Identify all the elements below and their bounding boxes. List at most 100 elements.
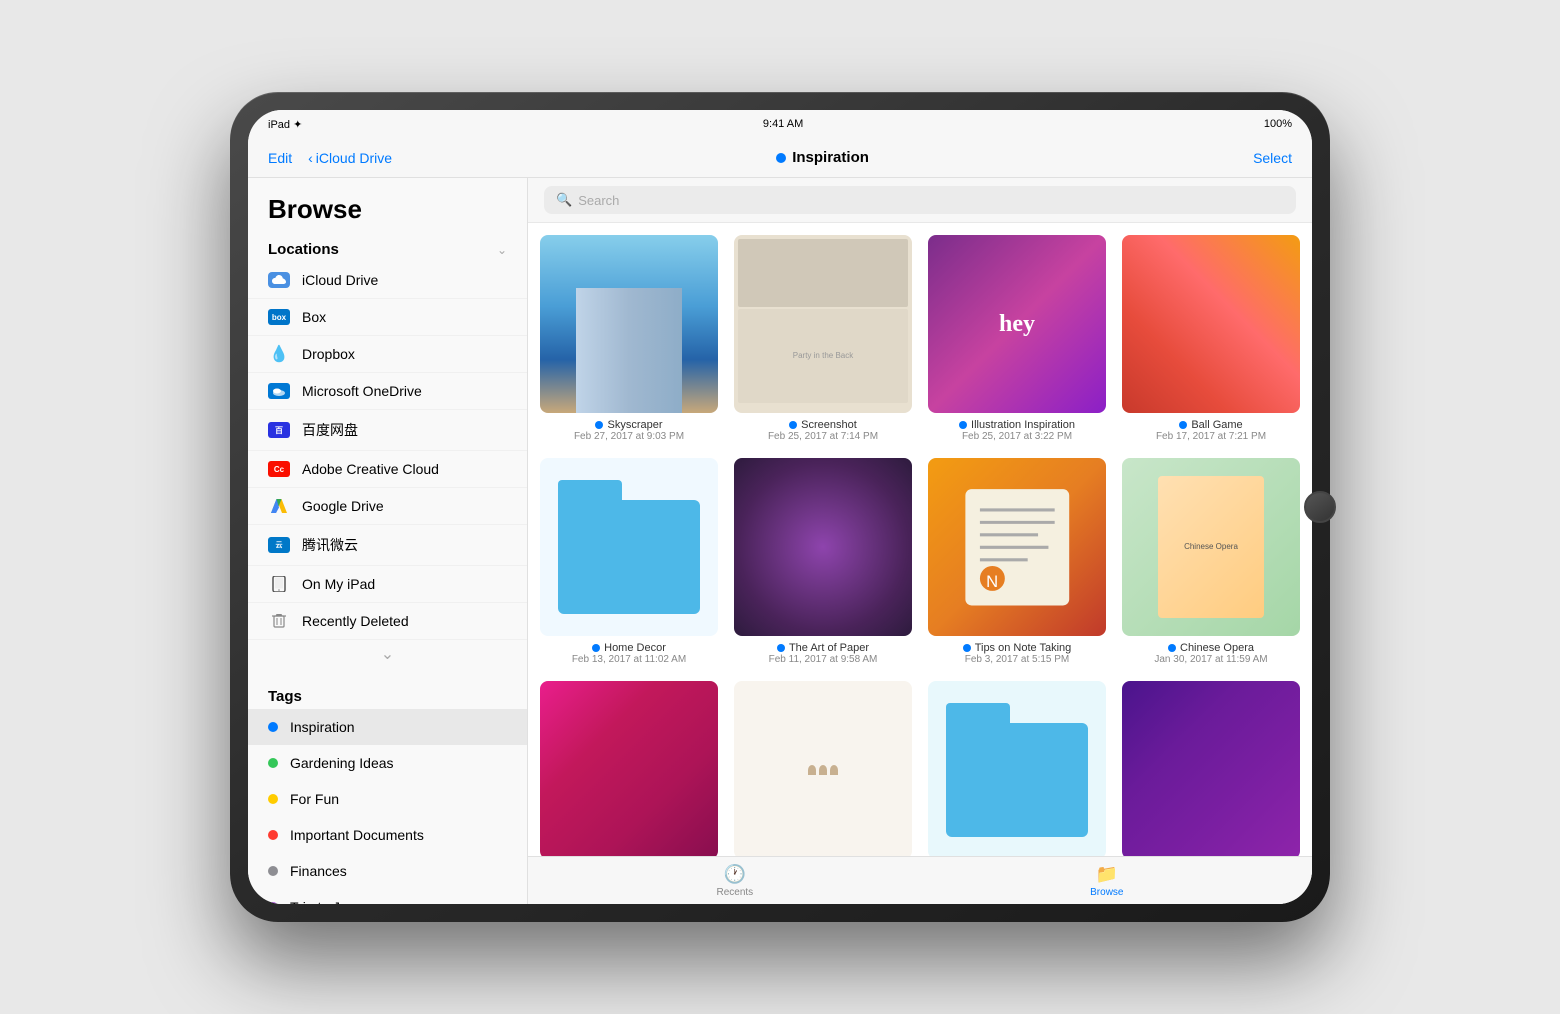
locations-title: Locations (268, 241, 339, 258)
sidebar-item-onedrive[interactable]: Microsoft OneDrive (248, 373, 527, 410)
chinese-opera-dot (1168, 644, 1176, 652)
ballgame-dot (1179, 421, 1187, 429)
tablet-screen: iPad ✦ 9:41 AM 100% Edit ‹ iCloud Drive … (248, 110, 1312, 904)
illustration-name: Illustration Inspiration (959, 419, 1075, 431)
modern-jewelry-thumb (1122, 681, 1300, 856)
sidebar-item-box[interactable]: box Box (248, 299, 527, 336)
sidebar-dropbox-label: Dropbox (302, 346, 355, 362)
file-grid: Skyscraper Feb 27, 2017 at 9:03 PM Party… (528, 223, 1312, 856)
screenshot-thumb: Party in the Back (734, 235, 912, 413)
home-decor-dot (592, 644, 600, 652)
illustration-date: Feb 25, 2017 at 3:22 PM (962, 431, 1072, 442)
sidebar-item-deleted[interactable]: Recently Deleted (248, 603, 527, 640)
tab-recents[interactable]: 🕐 Recents (716, 864, 753, 898)
tab-browse[interactable]: 📁 Browse (1090, 864, 1123, 898)
select-button[interactable]: Select (1253, 150, 1292, 166)
tag-item-fun[interactable]: For Fun (248, 781, 527, 817)
sidebar-icloud-label: iCloud Drive (302, 272, 378, 288)
important-dot-icon (268, 830, 278, 840)
fun-dot-icon (268, 794, 278, 804)
recents-label: Recents (716, 887, 753, 898)
file-item-chinese-opera[interactable]: Chinese Opera Chinese Opera Jan 30, 2017… (1122, 458, 1300, 665)
file-item-illustrations[interactable]: Illustrations Jan 17, 2017 at 1:35 PM (928, 681, 1106, 856)
home-decor-thumb (540, 458, 718, 636)
adobe-icon: Cc (268, 461, 290, 477)
art-paper-dot (777, 644, 785, 652)
ipad-device-icon (268, 576, 290, 592)
art-paper-thumb (734, 458, 912, 636)
baidu-icon: 百 (268, 422, 290, 438)
status-battery: 100% (1264, 118, 1292, 130)
sidebar-item-baidu[interactable]: 百 百度网盘 (248, 410, 527, 451)
sidebar-deleted-label: Recently Deleted (302, 613, 409, 629)
sidebar-item-ipad[interactable]: On My iPad (248, 566, 527, 603)
file-item-park-sketch[interactable]: Park Sketch Jan 21, 2017 at 5:35 PM (734, 681, 912, 856)
tag-item-important[interactable]: Important Documents (248, 817, 527, 853)
locations-header: Locations ⌄ (248, 233, 527, 262)
search-input-container[interactable]: 🔍 Search (544, 186, 1296, 214)
file-item-home-decor[interactable]: Home Decor Feb 13, 2017 at 11:02 AM (540, 458, 718, 665)
art-paper-date: Feb 11, 2017 at 9:58 AM (769, 654, 878, 665)
nav-left-group: Edit ‹ iCloud Drive (268, 150, 392, 166)
sidebar-item-dropbox[interactable]: 💧 Dropbox (248, 336, 527, 373)
nav-bar: Edit ‹ iCloud Drive Inspiration Select (248, 138, 1312, 178)
sidebar: Browse Locations ⌄ iCloud Drive box Box (248, 178, 528, 904)
file-item-screenshot[interactable]: Party in the Back Screenshot Feb 25, 201… (734, 235, 912, 442)
locations-expand-chevron[interactable]: ⌄ (248, 640, 527, 668)
file-item-art-paper[interactable]: The Art of Paper Feb 11, 2017 at 9:58 AM (734, 458, 912, 665)
locations-list: iCloud Drive box Box 💧 Dropbox M (248, 262, 527, 640)
tips-notes-thumb: N (928, 458, 1106, 636)
sidebar-item-adobe[interactable]: Cc Adobe Creative Cloud (248, 451, 527, 488)
chevron-left-icon: ‹ (308, 150, 313, 166)
edit-button[interactable]: Edit (268, 150, 292, 166)
status-bar: iPad ✦ 9:41 AM 100% (248, 110, 1312, 138)
tag-item-gardening[interactable]: Gardening Ideas (248, 745, 527, 781)
browse-title: Browse (248, 178, 527, 233)
sidebar-adobe-label: Adobe Creative Cloud (302, 461, 439, 477)
illustrations-thumb (928, 681, 1106, 856)
tag-item-finances[interactable]: Finances (248, 853, 527, 889)
file-item-pink-leaf[interactable]: Pink Leaf Jan 28, 2017 at 3:09 PM (540, 681, 718, 856)
tag-japan-label: Trip to Japan (290, 899, 371, 904)
skyscraper-thumb (540, 235, 718, 413)
onedrive-icon (268, 383, 290, 399)
back-label: iCloud Drive (316, 150, 392, 166)
tips-notes-name: Tips on Note Taking (963, 642, 1072, 654)
skyscraper-dot (595, 421, 603, 429)
sidebar-box-label: Box (302, 309, 326, 325)
browse-icon: 📁 (1096, 864, 1118, 885)
file-item-illustration[interactable]: hey Illustration Inspiration Feb 25, 201… (928, 235, 1106, 442)
search-placeholder: Search (578, 193, 619, 208)
tag-item-japan[interactable]: Trip to Japan (248, 889, 527, 904)
chinese-opera-name: Chinese Opera (1168, 642, 1254, 654)
browse-tab-label: Browse (1090, 887, 1123, 898)
tags-section: Tags Inspiration Gardening Ideas For Fun (248, 668, 527, 904)
tag-finances-label: Finances (290, 863, 347, 879)
pink-leaf-thumb (540, 681, 718, 856)
tag-fun-label: For Fun (290, 791, 339, 807)
tag-item-inspiration[interactable]: Inspiration (248, 709, 527, 745)
sidebar-baidu-label: 百度网盘 (302, 420, 358, 440)
japan-dot-icon (268, 902, 278, 904)
sidebar-item-gdrive[interactable]: Google Drive (248, 488, 527, 525)
file-item-modern-jewelry[interactable]: Modern Jewelry Jan 14, 2017 at 9:57 AM (1122, 681, 1300, 856)
tips-notes-dot (963, 644, 971, 652)
file-area: 🔍 Search Skyscraper Feb 27 (528, 178, 1312, 904)
home-decor-name: Home Decor (592, 642, 666, 654)
file-item-skyscraper[interactable]: Skyscraper Feb 27, 2017 at 9:03 PM (540, 235, 718, 442)
back-button[interactable]: ‹ iCloud Drive (308, 150, 392, 166)
file-item-tips-notes[interactable]: N Tips on Note Taking Feb 3, 2017 at 5:1… (928, 458, 1106, 665)
home-decor-date: Feb 13, 2017 at 11:02 AM (572, 654, 686, 665)
sidebar-item-tencent[interactable]: 云 腾讯微云 (248, 525, 527, 566)
box-icon: box (268, 309, 290, 325)
nav-title: Inspiration (776, 149, 869, 166)
status-ipad: iPad ✦ (268, 118, 302, 131)
art-paper-name: The Art of Paper (777, 642, 869, 654)
tag-gardening-label: Gardening Ideas (290, 755, 394, 771)
tencent-icon: 云 (268, 537, 290, 553)
chinese-opera-thumb: Chinese Opera (1122, 458, 1300, 636)
tablet-device: iPad ✦ 9:41 AM 100% Edit ‹ iCloud Drive … (230, 92, 1330, 922)
home-button[interactable] (1304, 491, 1336, 523)
file-item-ballgame[interactable]: Ball Game Feb 17, 2017 at 7:21 PM (1122, 235, 1300, 442)
sidebar-item-icloud[interactable]: iCloud Drive (248, 262, 527, 299)
